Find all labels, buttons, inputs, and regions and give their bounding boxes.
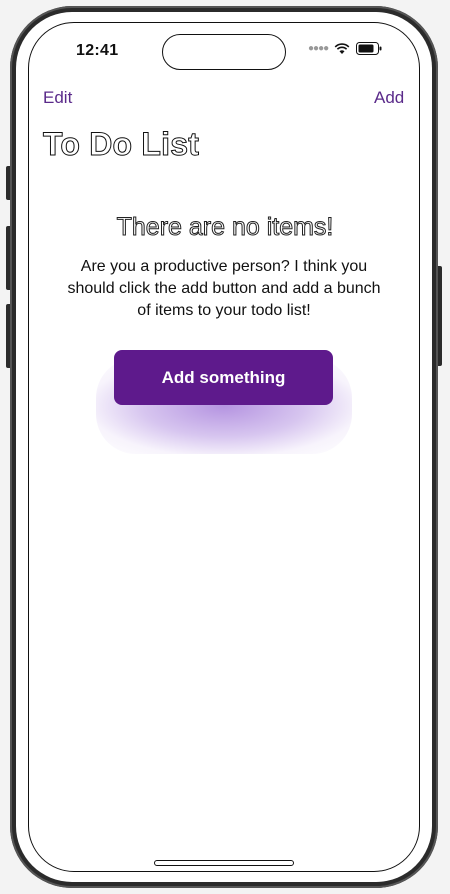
empty-state-message: Are you a productive person? I think you…: [67, 258, 381, 319]
empty-state-heading: There are no items!: [116, 213, 334, 242]
device-stage: 12:41 ●●●● Edit Add To Do List There are…: [0, 0, 450, 894]
page-title: To Do List: [42, 126, 200, 163]
signal-dots-icon: ●●●●: [308, 43, 329, 54]
add-nav-button[interactable]: Add: [374, 88, 404, 108]
home-indicator[interactable]: [154, 860, 294, 866]
dynamic-island: [162, 34, 286, 70]
wifi-icon: [334, 42, 350, 54]
status-icons: ●●●●: [308, 42, 382, 55]
battery-icon: [356, 42, 382, 55]
edit-button[interactable]: Edit: [43, 88, 72, 108]
add-something-button[interactable]: Add something: [114, 350, 333, 405]
status-time: 12:41: [76, 42, 119, 59]
